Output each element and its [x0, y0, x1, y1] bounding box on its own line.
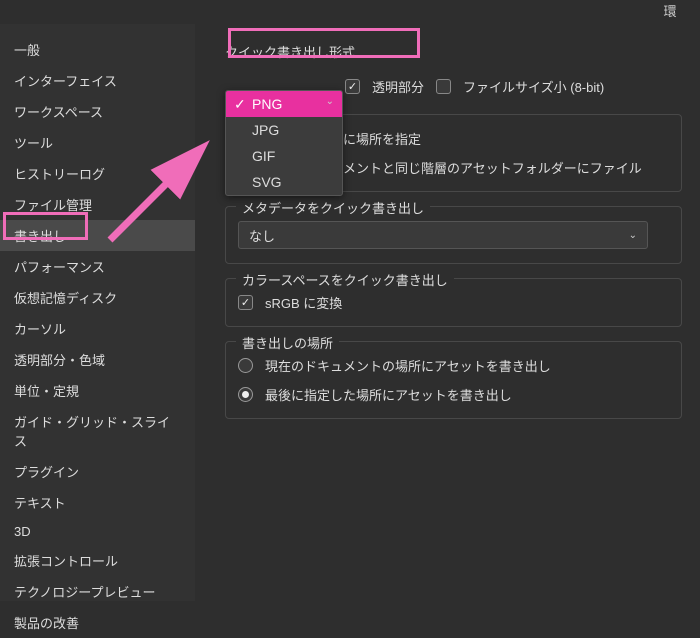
srgb-checkbox[interactable]: [238, 295, 253, 310]
small-file-label: ファイルサイズ小 (8-bit): [463, 77, 604, 96]
metadata-select[interactable]: なし ⌄: [238, 221, 648, 249]
export-location2-radio-last[interactable]: [238, 387, 253, 402]
format-dropdown[interactable]: PNG ⌄ JPG GIF SVG: [225, 90, 343, 196]
sidebar-item-history-log[interactable]: ヒストリーログ: [0, 158, 195, 189]
sidebar-item-cursors[interactable]: カーソル: [0, 313, 195, 344]
format-option-jpg[interactable]: JPG: [226, 117, 342, 143]
export-location2-radio-doc[interactable]: [238, 358, 253, 373]
export-location2-label-doc: 現在のドキュメントの場所にアセットを書き出し: [265, 356, 551, 375]
format-option-png[interactable]: PNG ⌄: [226, 91, 342, 117]
sidebar-item-guides-grid-slices[interactable]: ガイド・グリッド・スライス: [0, 406, 195, 456]
transparency-label: 透明部分: [372, 77, 424, 96]
sidebar-item-3d[interactable]: 3D: [0, 518, 195, 545]
sidebar-item-general[interactable]: 一般: [0, 34, 195, 65]
sidebar-item-enhanced-controls[interactable]: 拡張コントロール: [0, 545, 195, 576]
sidebar-item-tools[interactable]: ツール: [0, 127, 195, 158]
sidebar-item-transparency-gamut[interactable]: 透明部分・色域: [0, 344, 195, 375]
sidebar-item-performance[interactable]: パフォーマンス: [0, 251, 195, 282]
chevron-down-icon: ⌄: [326, 96, 334, 107]
export-location-legend-2: 書き出しの場所: [236, 333, 339, 352]
sidebar-item-file-handling[interactable]: ファイル管理: [0, 189, 195, 220]
colorspace-legend: カラースペースをクイック書き出し: [236, 270, 454, 289]
sidebar-item-plugins[interactable]: プラグイン: [0, 456, 195, 487]
export-location2-label-last: 最後に指定した場所にアセットを書き出し: [265, 385, 512, 404]
main-panel: クイック書き出し形式 透明部分 ファイルサイズ小 (8-bit) き出しの場所 …: [195, 24, 700, 601]
window-title: 環: [0, 0, 700, 24]
sidebar-item-units-rulers[interactable]: 単位・定規: [0, 375, 195, 406]
sidebar-item-type[interactable]: テキスト: [0, 487, 195, 518]
format-option-svg[interactable]: SVG: [226, 169, 342, 195]
transparency-checkbox[interactable]: [345, 79, 360, 94]
sidebar-item-interface[interactable]: インターフェイス: [0, 65, 195, 96]
sidebar-item-export[interactable]: 書き出し: [0, 220, 195, 251]
sidebar-item-tech-previews[interactable]: テクノロジープレビュー: [0, 576, 195, 607]
sidebar: 一般 インターフェイス ワークスペース ツール ヒストリーログ ファイル管理 書…: [0, 24, 195, 601]
metadata-legend: メタデータをクイック書き出し: [236, 198, 430, 217]
chevron-down-icon: ⌄: [629, 230, 637, 241]
small-file-checkbox[interactable]: [436, 79, 451, 94]
sidebar-item-scratch-disks[interactable]: 仮想記憶ディスク: [0, 282, 195, 313]
srgb-label: sRGB に変換: [265, 293, 342, 312]
sidebar-item-workspace[interactable]: ワークスペース: [0, 96, 195, 127]
format-option-gif[interactable]: GIF: [226, 143, 342, 169]
metadata-select-value: なし: [249, 226, 275, 245]
sidebar-item-product-improvement[interactable]: 製品の改善: [0, 607, 195, 638]
section-title-quick-export-format: クイック書き出し形式: [225, 42, 355, 61]
